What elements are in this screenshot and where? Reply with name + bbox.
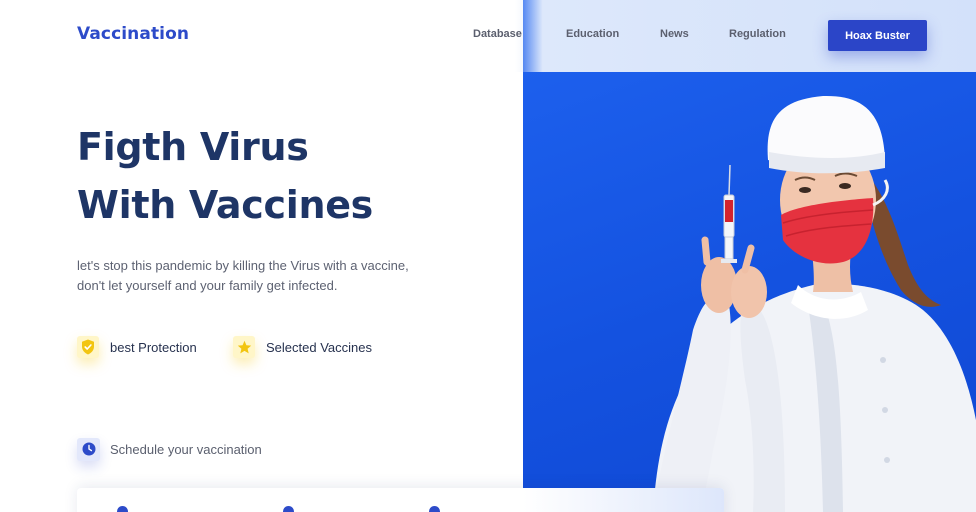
nav-database[interactable]: Database (473, 28, 522, 40)
search-card-overlay (523, 488, 724, 512)
feature-selected-vaccines: Selected Vaccines (233, 336, 372, 358)
clock-icon (77, 437, 100, 461)
hero-subtitle-line-2: don't let yourself and your family get i… (77, 278, 338, 293)
nav-news[interactable]: News (660, 28, 689, 40)
logo[interactable]: Vaccination (77, 24, 189, 44)
star-icon (233, 336, 255, 358)
search-field-vaccine[interactable] (429, 505, 440, 512)
shield-check-icon (77, 336, 99, 358)
hero-title-line-2: With Vaccines (77, 183, 373, 227)
hero-title: Figth Virus With Vaccines (77, 118, 507, 234)
nurse-with-syringe-image (653, 95, 976, 512)
feature-label: best Protection (110, 339, 197, 355)
search-field-date[interactable] (283, 505, 294, 512)
hero-subtitle-line-1: let's stop this pandemic by killing the … (77, 258, 409, 273)
schedule-label: Schedule your vaccination (110, 441, 262, 457)
vaccine-search-card (77, 488, 724, 512)
hoax-buster-button[interactable]: Hoax Buster (828, 20, 927, 51)
search-field-location[interactable] (117, 505, 128, 512)
feature-label: Selected Vaccines (266, 339, 372, 355)
feature-best-protection: best Protection (77, 336, 197, 358)
hero-subtitle: let's stop this pandemic by killing the … (77, 256, 457, 296)
calendar-icon (283, 505, 294, 512)
hero-image (523, 0, 976, 512)
schedule-vaccination-link[interactable]: Schedule your vaccination (77, 437, 262, 461)
nav-education[interactable]: Education (566, 28, 619, 40)
location-icon (117, 505, 128, 512)
hero-title-line-1: Figth Virus (77, 125, 309, 169)
nav-regulation[interactable]: Regulation (729, 28, 786, 40)
vaccine-icon (429, 505, 440, 512)
